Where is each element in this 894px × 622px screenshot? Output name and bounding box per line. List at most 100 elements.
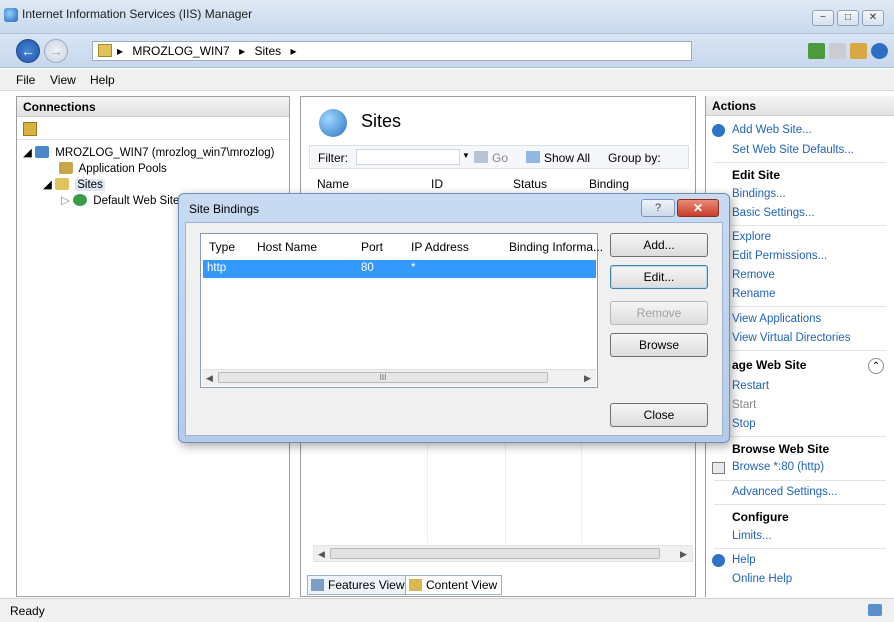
status-bar: Ready [0,598,894,622]
column-binding-information[interactable]: Binding Informa... [509,240,603,254]
minimize-button[interactable]: − [812,10,834,26]
menu-file[interactable]: File [16,73,35,87]
column-name[interactable]: Name [317,177,349,191]
horizontal-scrollbar[interactable]: ◀ ▶ [313,545,693,562]
set-web-site-defaults-link[interactable]: Set Web Site Defaults... [732,144,854,156]
remove-link[interactable]: Remove [732,269,775,281]
dialog-close-action-button[interactable]: Close [610,403,708,427]
group-by-label[interactable]: Group by: [608,151,661,165]
scrollbar-thumb[interactable] [330,548,660,559]
close-window-button[interactable]: ✕ [862,10,884,26]
binding-port: 80 [361,262,374,274]
advanced-settings-link[interactable]: Advanced Settings... [732,486,837,498]
column-host-name[interactable]: Host Name [257,240,317,254]
add-web-site-link[interactable]: Add Web Site... [732,124,812,136]
restart-link[interactable]: Restart [732,380,769,392]
remove-binding-button[interactable]: Remove [610,301,708,325]
column-status[interactable]: Status [513,177,547,191]
home-icon[interactable] [850,43,867,59]
scrollbar-thumb[interactable]: III [218,372,548,383]
go-icon [474,151,488,163]
dialog-close-button[interactable]: ✕ [677,199,719,217]
breadcrumb-server[interactable]: MROZLOG_WIN7 [132,44,229,58]
limits-link[interactable]: Limits... [732,530,772,542]
sites-icon [319,109,347,137]
edit-site-header: Edit Site [732,168,781,182]
connections-toolbar [17,118,289,140]
breadcrumb-sites[interactable]: Sites [254,44,281,58]
stop-link[interactable]: Stop [732,418,756,430]
collapse-arrow-icon[interactable]: ◢ [23,147,32,159]
tab-content-view[interactable]: Content View [405,575,503,595]
go-button[interactable]: Go [492,151,508,165]
rename-link[interactable]: Rename [732,288,775,300]
edit-binding-button[interactable]: Edit... [610,265,708,289]
bindings-link[interactable]: Bindings... [732,188,786,200]
help-icon[interactable] [871,43,888,59]
tree-item-label: Application Pools [78,163,167,175]
help-link[interactable]: Help [732,554,756,566]
breadcrumb-separator: ▸ [117,44,124,58]
expand-arrow-icon[interactable]: ▷ [61,195,70,207]
divider [714,548,886,549]
view-applications-link[interactable]: View Applications [732,313,821,325]
online-help-link[interactable]: Online Help [732,573,792,585]
breadcrumb-separator: ▸ [290,44,297,58]
column-binding[interactable]: Binding [589,177,629,191]
connect-icon[interactable] [23,122,37,136]
filter-input[interactable] [356,149,460,165]
column-id[interactable]: ID [431,177,443,191]
tab-label: Content View [426,578,498,592]
start-link[interactable]: Start [732,399,756,411]
binding-row[interactable]: http 80 * [203,260,596,278]
maximize-button[interactable]: □ [837,10,859,26]
add-binding-button[interactable]: Add... [610,233,708,257]
bindings-horizontal-scrollbar[interactable]: ◀ III ▶ [202,369,596,386]
tree-item-server[interactable]: ◢ MROZLOG_WIN7 (mrozlog_win7\mrozlog) [23,145,274,161]
explore-link[interactable]: Explore [732,231,771,243]
divider [714,504,886,505]
edit-permissions-link[interactable]: Edit Permissions... [732,250,827,262]
actions-pane: Actions Add Web Site... Set Web Site Def… [705,96,894,597]
menu-view[interactable]: View [50,73,76,87]
filter-dropdown-icon[interactable]: ▼ [462,151,470,160]
collapse-section-button[interactable]: ⌃ [868,358,884,374]
collapse-arrow-icon[interactable]: ◢ [43,179,52,191]
bindings-list[interactable]: Type Host Name Port IP Address Binding I… [200,233,603,388]
back-button[interactable]: ← [16,39,40,63]
features-view-icon [311,579,324,591]
page-title: Sites [361,111,402,131]
column-type[interactable]: Type [209,240,235,254]
address-bar: ← → ▸ MROZLOG_WIN7 ▸ Sites ▸ [0,34,894,68]
scroll-left-icon[interactable]: ◀ [206,373,213,384]
menu-help[interactable]: Help [90,73,115,87]
sites-folder-icon [55,178,70,190]
binding-type: http [207,262,227,274]
basic-settings-link[interactable]: Basic Settings... [732,207,814,219]
filter-label: Filter: [318,151,348,165]
tree-item-sites[interactable]: ◢ Sites [43,177,105,193]
browse-binding-button[interactable]: Browse [610,333,708,357]
browse-http-link[interactable]: Browse *:80 (http) [732,461,824,473]
scroll-right-icon[interactable]: ▶ [584,373,591,384]
column-ip-address[interactable]: IP Address [411,240,469,254]
show-all-icon [526,151,540,163]
address-breadcrumb[interactable]: ▸ MROZLOG_WIN7 ▸ Sites ▸ [92,41,692,61]
tab-features-view[interactable]: Features View [307,575,410,595]
scroll-left-icon[interactable]: ◀ [318,549,325,560]
add-web-site-icon [712,124,725,137]
window-title: Internet Information Services (IIS) Mana… [22,7,253,21]
column-port[interactable]: Port [361,240,383,254]
dialog-help-button[interactable]: ? [641,199,675,217]
tree-item-default-web-site[interactable]: ▷ Default Web Site [61,193,179,209]
show-all-button[interactable]: Show All [544,151,590,165]
view-virtual-directories-link[interactable]: View Virtual Directories [732,332,850,344]
refresh-icon[interactable] [808,43,825,59]
scroll-right-icon[interactable]: ▶ [680,549,687,560]
tree-item-application-pools[interactable]: Application Pools [59,161,167,177]
status-text: Ready [10,604,45,618]
globe-icon [73,194,88,206]
divider [714,480,886,481]
forward-button[interactable]: → [44,39,68,63]
stop-icon[interactable] [829,43,846,59]
